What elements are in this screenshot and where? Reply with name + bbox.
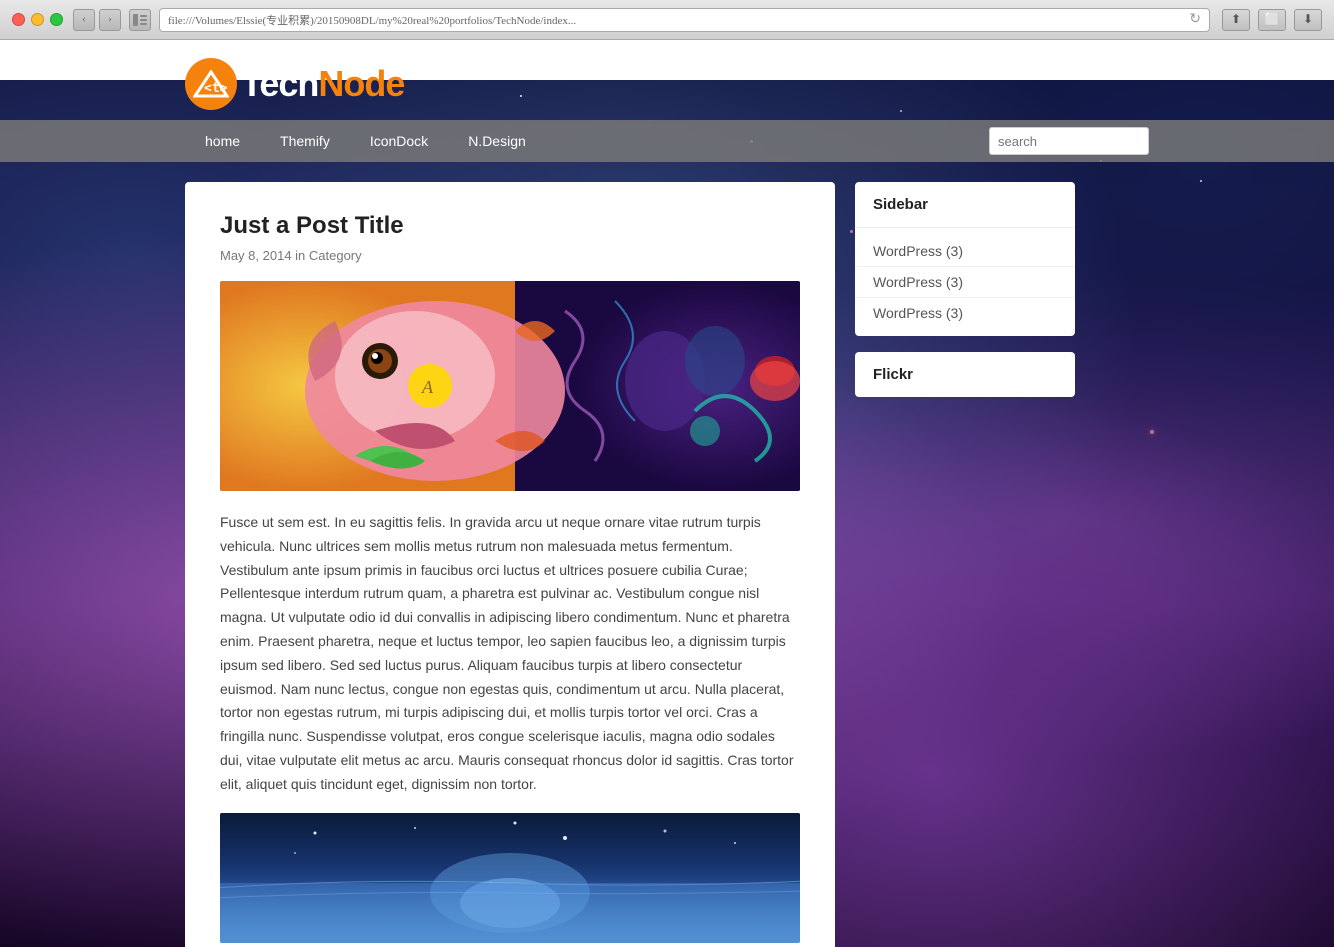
svg-text:<t>: <t> [204,81,228,96]
sidebar: Sidebar WordPress (3) WordPress (3) Word… [855,182,1075,947]
site-logo[interactable]: <t> TechNode [185,58,1334,110]
widget-list-item[interactable]: WordPress (3) [855,298,1075,328]
back-button[interactable]: ‹ [73,9,95,31]
browser-actions: ⬆ ⬜ ⬇ [1222,9,1322,31]
post-title: Just a Post Title [220,212,800,240]
flickr-title: Flickr [855,352,1075,397]
minimize-button[interactable] [31,13,44,26]
forward-button[interactable]: › [99,9,121,31]
nav-item-home[interactable]: home [185,120,260,162]
nav-item-ndesign[interactable]: N.Design [448,120,546,162]
logo-icon: <t> [185,58,237,110]
browser-navigation: ‹ › [73,9,121,31]
maximize-button[interactable] [50,13,63,26]
nav-links: home Themify IconDock N.Design [185,120,546,162]
search-box[interactable] [989,127,1149,155]
nav-bar: home Themify IconDock N.Design [0,120,1334,162]
url-text: file:///Volumes/Elssie(专业积累)/20150908DL/… [168,12,576,28]
reload-icon[interactable]: ↻ [1189,11,1201,28]
sidebar-widget-categories: Sidebar WordPress (3) WordPress (3) Word… [855,182,1075,336]
site-header: <t> TechNode [0,40,1334,120]
flickr-widget: Flickr [855,352,1075,397]
reader-view-button[interactable]: ⬜ [1258,9,1286,31]
post-meta: May 8, 2014 in Category [220,248,800,263]
nav-item-themify[interactable]: Themify [260,120,350,162]
post-body: Fusce ut sem est. In eu sagittis felis. … [220,511,800,797]
main-content: Just a Post Title May 8, 2014 in Categor… [0,162,1334,947]
address-bar[interactable]: file:///Volumes/Elssie(专业积累)/20150908DL/… [159,8,1210,32]
logo-text: TechNode [241,63,404,105]
sidebar-toggle-button[interactable] [129,9,151,31]
share-button[interactable]: ⬆ [1222,9,1250,31]
post-area: Just a Post Title May 8, 2014 in Categor… [185,182,835,947]
widget-list-item[interactable]: WordPress (3) [855,236,1075,267]
nav-item-icondock[interactable]: IconDock [350,120,448,162]
widget-list: WordPress (3) WordPress (3) WordPress (3… [855,228,1075,336]
widget-list-item[interactable]: WordPress (3) [855,267,1075,298]
browser-chrome: ‹ › file:///Volumes/Elssie(专业积累)/2015090… [0,0,1334,40]
download-button[interactable]: ⬇ [1294,9,1322,31]
close-button[interactable] [12,13,25,26]
browser-window-controls [12,13,63,26]
widget-title-sidebar: Sidebar [855,182,1075,228]
svg-text:A: A [421,377,434,397]
post-second-image [220,813,800,943]
search-input[interactable] [998,134,1140,149]
post-featured-image: A [220,281,800,491]
site-wrapper: <t> TechNode home Themify IconDock N.Des… [0,40,1334,947]
